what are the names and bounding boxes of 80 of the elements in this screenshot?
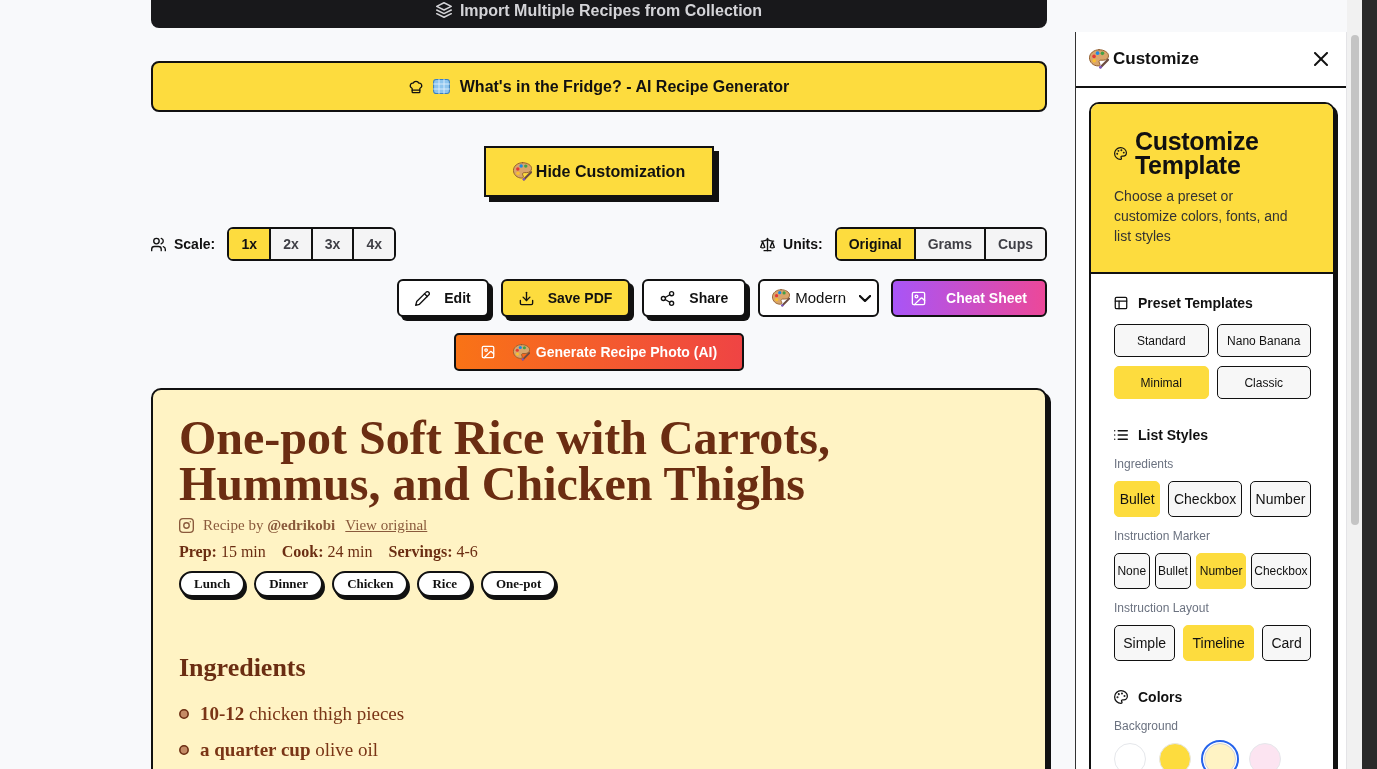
balance-scale-icon: [760, 236, 776, 252]
palette-icon: [1114, 146, 1127, 160]
palette-icon: [1114, 690, 1128, 704]
units-option[interactable]: Original: [836, 229, 914, 259]
users-icon: [151, 236, 166, 252]
download-icon: [518, 290, 534, 306]
recipe-credit: Recipe by @edrikobi: [203, 516, 336, 535]
group-label: Instruction Layout: [1114, 600, 1210, 616]
layers-icon: [435, 2, 452, 18]
recipe-tag: Lunch: [179, 571, 246, 597]
template-title: Customize Template: [1135, 129, 1260, 177]
cheat-sheet-button[interactable]: Cheat Sheet: [891, 279, 1047, 317]
camera-icon: [179, 517, 194, 533]
recipe-stat: Cook: 24 min: [281, 542, 373, 562]
ingredient-text: a quarter cup olive oil: [200, 738, 379, 762]
style-option[interactable]: Number: [1196, 553, 1246, 589]
preset-option[interactable]: Classic: [1216, 366, 1311, 399]
palette-icon: [512, 343, 530, 361]
section-heading: Ingredients: [179, 652, 307, 684]
panel-title: Customize: [1113, 48, 1199, 71]
scale-option[interactable]: 2x: [269, 229, 311, 259]
style-option[interactable]: Number: [1249, 481, 1311, 517]
recipe-stat: Servings: 4-6: [388, 542, 478, 563]
recipe-tag: One-pot: [480, 571, 557, 597]
image-icon: [480, 345, 495, 359]
color-swatch[interactable]: [1159, 743, 1191, 769]
import-button[interactable]: Import Multiple Recipes from Collection: [151, 0, 1047, 28]
scale-option[interactable]: 4x: [352, 229, 394, 259]
recipe-tag: Dinner: [254, 571, 324, 597]
section-heading: Colors: [1138, 688, 1183, 706]
share-icon: [660, 290, 676, 306]
units-label: Units:: [783, 234, 823, 254]
ice-cube-icon: [432, 78, 450, 95]
style-option[interactable]: Card: [1262, 625, 1311, 661]
scale-label: Scale:: [174, 234, 216, 254]
layout-icon: [1114, 296, 1128, 310]
style-option[interactable]: None: [1114, 553, 1150, 589]
view-original-link[interactable]: View original: [345, 514, 428, 536]
preset-option[interactable]: Minimal: [1114, 366, 1209, 399]
units-option[interactable]: Grams: [913, 229, 984, 259]
bullet-icon: [179, 745, 189, 755]
bullet-icon: [179, 709, 189, 719]
recipe-stat: Prep: 15 min: [179, 542, 266, 563]
style-option[interactable]: Bullet: [1154, 553, 1192, 589]
chevron-down-icon: [859, 294, 872, 302]
palette-icon: [1089, 49, 1109, 69]
preset-option[interactable]: Standard: [1114, 324, 1209, 357]
palette-icon: [772, 289, 791, 307]
section-heading: List Styles: [1138, 426, 1209, 444]
ingredient-text: 10-12 chicken thigh pieces: [200, 702, 405, 726]
close-icon: [1314, 52, 1328, 66]
recipe-tag: Chicken: [332, 571, 409, 597]
style-option[interactable]: Checkbox: [1168, 481, 1242, 517]
style-option[interactable]: Bullet: [1114, 481, 1161, 517]
scale-option[interactable]: 1x: [229, 229, 270, 259]
template-dropdown[interactable]: Modern: [758, 279, 880, 317]
chef-hat-icon: [408, 79, 423, 94]
color-swatch[interactable]: [1204, 743, 1236, 769]
style-option[interactable]: Checkbox: [1250, 553, 1312, 589]
recipe-tag: Rice: [417, 571, 472, 597]
pencil-icon: [415, 290, 431, 306]
scale-option[interactable]: 3x: [310, 229, 353, 259]
group-label: Instruction Marker: [1114, 528, 1212, 544]
group-label: Background: [1114, 718, 1180, 734]
image-icon: [911, 290, 927, 306]
style-option[interactable]: Timeline: [1183, 625, 1255, 661]
color-swatch[interactable]: [1249, 743, 1281, 769]
scrollbar-thumb[interactable]: [1350, 35, 1359, 525]
section-heading: Preset Templates: [1138, 294, 1253, 312]
ai-recipe-generator-button[interactable]: What's in the Fridge? - AI Recipe Generator: [151, 61, 1047, 112]
close-button[interactable]: [1314, 52, 1328, 66]
generate-photo-button[interactable]: Generate Recipe Photo (AI): [454, 333, 744, 371]
template-description: Choose a preset or customize colors, fonts, and list styles: [1114, 187, 1289, 246]
group-label: Ingredients: [1114, 456, 1175, 472]
units-option[interactable]: Cups: [984, 229, 1045, 259]
color-swatch[interactable]: [1114, 743, 1146, 769]
list-icon: [1114, 430, 1128, 440]
palette-icon: [512, 162, 532, 181]
style-option[interactable]: Simple: [1114, 625, 1176, 661]
preset-option[interactable]: Nano Banana: [1216, 324, 1311, 357]
